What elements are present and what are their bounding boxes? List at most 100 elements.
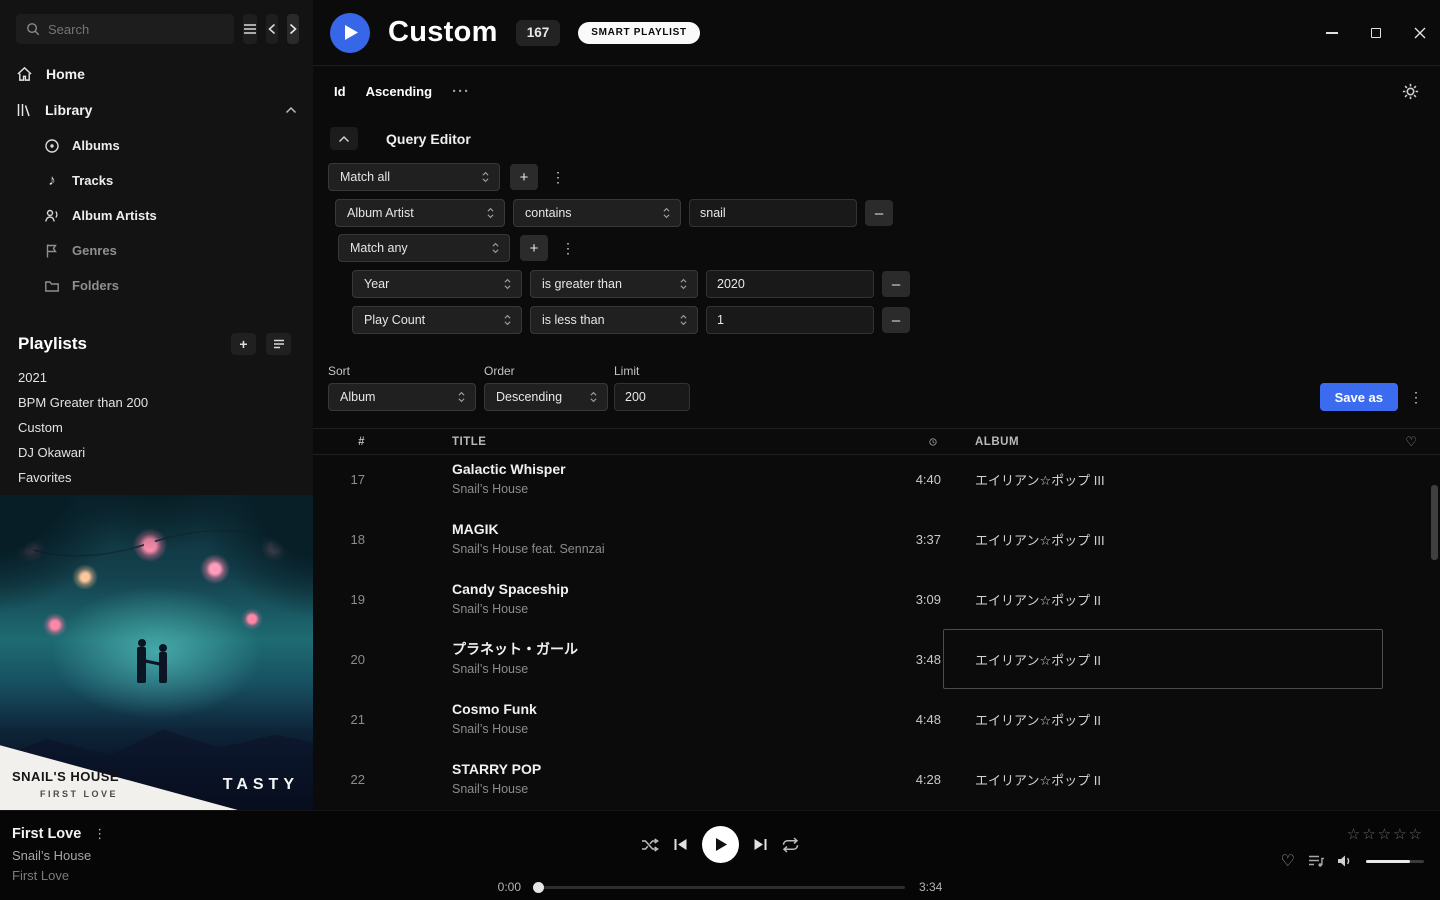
track-title: Cosmo Funk (452, 701, 867, 718)
column-title[interactable]: TITLE (433, 436, 867, 448)
folder-icon (44, 278, 60, 294)
collapse-query-editor-button[interactable] (330, 127, 358, 150)
nav-forward-button[interactable] (287, 14, 299, 44)
remove-rule-button[interactable]: – (865, 200, 893, 226)
limit-input[interactable] (614, 383, 690, 411)
rule-value-input[interactable] (689, 199, 857, 227)
table-row[interactable]: 22 STARRY POPSnail’s House 4:28 エイリアン☆ポッ… (313, 749, 1440, 809)
maximize-button[interactable] (1368, 25, 1384, 41)
maximize-icon (1371, 28, 1381, 38)
sort-controls-row: Album Descending Save as ⋮ (328, 383, 1426, 411)
kebab-icon: ⋮ (551, 169, 565, 186)
unfold-icon (662, 206, 671, 220)
remove-rule-button[interactable]: – (882, 271, 910, 297)
save-as-button[interactable]: Save as (1320, 383, 1398, 411)
kebab-icon: ⋮ (1409, 389, 1423, 406)
sort-select[interactable]: Album (328, 383, 476, 411)
column-index[interactable]: # (313, 436, 375, 448)
track-menu-button[interactable]: ⋮ (93, 826, 106, 842)
rule-field-select[interactable]: Year (352, 270, 522, 298)
settings-button[interactable] (1400, 81, 1420, 101)
repeat-button[interactable] (782, 837, 799, 853)
close-button[interactable] (1412, 25, 1428, 41)
save-menu-button[interactable]: ⋮ (1406, 384, 1426, 410)
home-icon (16, 66, 33, 82)
sort-field-button[interactable]: Id (334, 84, 346, 99)
match-type-select[interactable]: Match all (328, 163, 500, 191)
artwork-artist-text: SNAIL'S HOUSE (12, 769, 119, 784)
sidebar-item-album-artists[interactable]: Album Artists (0, 198, 313, 233)
minimize-button[interactable] (1324, 25, 1340, 41)
table-row[interactable]: 18 MAGIKSnail’s House feat. Sennzai 3:37… (313, 509, 1440, 569)
sort-order-button[interactable]: Ascending (366, 84, 432, 99)
next-button[interactable] (753, 838, 768, 851)
playlist-header: Custom 167 SMART PLAYLIST (313, 0, 1440, 66)
rule-value-input[interactable] (706, 306, 874, 334)
sidebar-item-genres[interactable]: Genres (0, 233, 313, 268)
scrollbar-thumb[interactable] (1431, 485, 1438, 560)
sidebar-item-tracks[interactable]: ♪ Tracks (0, 163, 313, 198)
more-options-button[interactable]: ··· (452, 83, 470, 100)
plus-icon: + (530, 240, 539, 257)
sidebar-item-albums[interactable]: Albums (0, 128, 313, 163)
shuffle-button[interactable] (641, 838, 659, 852)
rule-operator-select[interactable]: is greater than (530, 270, 698, 298)
minus-icon: – (875, 205, 883, 222)
playlist-item[interactable]: Custom (0, 415, 313, 440)
rule-operator-select[interactable]: contains (513, 199, 681, 227)
table-row[interactable]: 21 Cosmo FunkSnail’s House 4:48 エイリアン☆ポッ… (313, 689, 1440, 749)
rule-field-select[interactable]: Album Artist (335, 199, 505, 227)
nav-back-button[interactable] (266, 14, 278, 44)
sidebar-item-label: Library (45, 102, 92, 118)
remove-rule-button[interactable]: – (882, 307, 910, 333)
group-match-type-select[interactable]: Match any (338, 234, 510, 262)
column-album[interactable]: ALBUM (943, 436, 1383, 448)
favorite-button[interactable]: ♡ (1281, 851, 1295, 871)
rule-operator-select[interactable]: is less than (530, 306, 698, 334)
rule-value-input[interactable] (706, 270, 874, 298)
menu-button[interactable] (243, 14, 257, 44)
add-playlist-button[interactable]: + (231, 333, 256, 355)
silhouette-figure (159, 652, 167, 683)
previous-button[interactable] (673, 838, 688, 851)
track-album-focused[interactable]: エイリアン☆ポップ II (943, 629, 1383, 689)
playlist-item[interactable]: 2021 (0, 365, 313, 390)
group-menu-button[interactable]: ⋮ (558, 235, 578, 261)
playlist-item[interactable]: DJ Okawari (0, 440, 313, 465)
table-row[interactable]: 20 プラネット・ガールSnail’s House 3:48 エイリアン☆ポップ… (313, 629, 1440, 689)
now-playing-artwork[interactable]: SNAIL'S HOUSE FIRST LOVE TASTY (0, 495, 313, 810)
now-playing-album[interactable]: First Love (12, 868, 106, 883)
order-select[interactable]: Descending (484, 383, 608, 411)
table-row[interactable]: 19 Candy SpaceshipSnail’s House 3:09 エイリ… (313, 569, 1440, 629)
rule-field-select[interactable]: Play Count (352, 306, 522, 334)
track-list: 17 Galactic WhisperSnail’s House 4:40 エイ… (313, 455, 1440, 810)
group-match-row: Match any + ⋮ (338, 234, 578, 262)
add-group-rule-button[interactable]: + (520, 235, 548, 261)
seek-handle[interactable] (533, 882, 544, 893)
chevron-right-icon (288, 23, 298, 35)
search-field[interactable] (48, 22, 224, 37)
playlist-item[interactable]: BPM Greater than 200 (0, 390, 313, 415)
playlists-header: Playlists + (0, 333, 313, 355)
clock-icon[interactable] (929, 435, 943, 449)
queue-button[interactable] (1308, 854, 1324, 868)
heart-icon[interactable]: ♡ (1405, 434, 1417, 450)
playlist-list-button[interactable] (266, 333, 291, 355)
sidebar-item-home[interactable]: Home (0, 56, 313, 92)
search-input[interactable] (16, 14, 234, 44)
table-row[interactable]: 17 Galactic WhisperSnail’s House 4:40 エイ… (313, 455, 1440, 509)
play-pause-button[interactable] (702, 826, 739, 863)
rule-group-menu-button[interactable]: ⋮ (548, 164, 568, 190)
playlist-play-button[interactable] (330, 13, 370, 53)
track-number: 20 (313, 652, 375, 667)
volume-slider[interactable] (1366, 860, 1424, 863)
sidebar-item-library[interactable]: Library (0, 92, 313, 128)
seek-slider[interactable] (535, 886, 905, 889)
now-playing-artist[interactable]: Snail’s House (12, 848, 106, 863)
track-album: エイリアン☆ポップ III (943, 509, 1383, 569)
volume-button[interactable] (1337, 854, 1353, 868)
playlist-item[interactable]: Favorites (0, 465, 313, 490)
add-rule-button[interactable]: + (510, 164, 538, 190)
sidebar-item-folders[interactable]: Folders (0, 268, 313, 303)
rating-stars[interactable]: ☆☆☆☆☆ (1347, 825, 1424, 843)
